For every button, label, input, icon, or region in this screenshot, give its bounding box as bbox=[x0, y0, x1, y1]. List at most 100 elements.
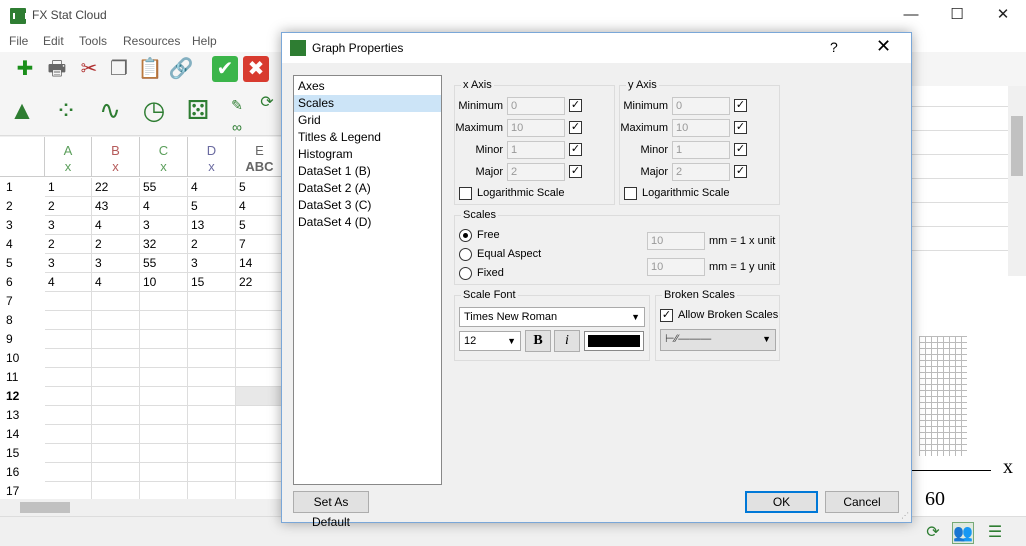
table-cell[interactable] bbox=[140, 311, 188, 330]
font-color-picker[interactable] bbox=[584, 331, 644, 351]
table-cell[interactable]: 5 bbox=[188, 197, 236, 216]
row-number[interactable]: 13 bbox=[0, 406, 44, 425]
x-major-auto-checkbox[interactable]: ✓ bbox=[569, 165, 582, 178]
table-cell[interactable] bbox=[188, 349, 236, 368]
scale-free-radio[interactable] bbox=[459, 229, 472, 242]
table-cell[interactable] bbox=[236, 463, 282, 482]
row-number[interactable]: 17 bbox=[0, 482, 44, 499]
table-cell[interactable] bbox=[236, 425, 282, 444]
copy-icon[interactable]: ❐ bbox=[106, 56, 132, 82]
refresh-icon[interactable]: ⟳ bbox=[254, 90, 280, 116]
resize-grip-icon[interactable]: ⋰ bbox=[901, 511, 909, 520]
table-cell[interactable] bbox=[92, 368, 140, 387]
break-style-select[interactable]: ⊢⁄⁄——— ▼ bbox=[660, 329, 776, 351]
row-number[interactable]: 15 bbox=[0, 444, 44, 463]
table-cell[interactable] bbox=[188, 425, 236, 444]
table-cell[interactable] bbox=[92, 387, 140, 406]
sheet-horizontal-scrollbar[interactable] bbox=[0, 499, 282, 516]
close-button[interactable]: ✕ bbox=[980, 0, 1026, 32]
menu-tools[interactable]: Tools bbox=[79, 34, 107, 48]
column-header-b[interactable]: B x bbox=[92, 137, 140, 177]
x-minimum-input[interactable]: 0 bbox=[507, 97, 565, 115]
table-cell[interactable]: 55 bbox=[140, 178, 188, 197]
set-as-default-button[interactable]: Set As Default bbox=[293, 491, 369, 529]
table-cell[interactable]: 3 bbox=[188, 254, 236, 273]
nav-item-titles-legend[interactable]: Titles & Legend bbox=[294, 129, 441, 146]
scrollbar-thumb[interactable] bbox=[1011, 116, 1023, 176]
table-cell[interactable] bbox=[92, 311, 140, 330]
add-icon[interactable]: ✚ bbox=[12, 56, 38, 82]
bold-button[interactable]: B bbox=[525, 330, 551, 352]
table-cell[interactable] bbox=[45, 387, 92, 406]
table-cell[interactable] bbox=[188, 292, 236, 311]
x-minor-auto-checkbox[interactable]: ✓ bbox=[569, 143, 582, 156]
nav-item-dataset-4[interactable]: DataSet 4 (D) bbox=[294, 214, 441, 231]
x-logarithmic-checkbox[interactable] bbox=[459, 187, 472, 200]
table-cell[interactable]: 14 bbox=[236, 254, 282, 273]
table-cell[interactable] bbox=[45, 406, 92, 425]
table-cell[interactable] bbox=[188, 387, 236, 406]
row-number[interactable]: 1 bbox=[0, 178, 44, 197]
y-maximum-auto-checkbox[interactable]: ✓ bbox=[734, 121, 747, 134]
y-minimum-auto-checkbox[interactable]: ✓ bbox=[734, 99, 747, 112]
table-cell[interactable] bbox=[236, 387, 282, 406]
table-cell[interactable] bbox=[140, 425, 188, 444]
menu-lines-icon[interactable]: ☰ bbox=[984, 522, 1006, 544]
y-mm-per-unit-input[interactable]: 10 bbox=[647, 258, 705, 276]
column-header-e[interactable]: E ABC bbox=[236, 137, 282, 177]
table-cell[interactable] bbox=[140, 330, 188, 349]
table-cell[interactable]: 4 bbox=[236, 197, 282, 216]
x-maximum-input[interactable]: 10 bbox=[507, 119, 565, 137]
panel-vertical-scrollbar[interactable] bbox=[1008, 86, 1026, 276]
table-cell[interactable] bbox=[92, 482, 140, 499]
x-minimum-auto-checkbox[interactable]: ✓ bbox=[569, 99, 582, 112]
table-cell[interactable] bbox=[236, 311, 282, 330]
row-number[interactable]: 9 bbox=[0, 330, 44, 349]
link-icon[interactable]: 🔗 bbox=[168, 56, 194, 82]
table-cell[interactable] bbox=[140, 482, 188, 499]
table-cell[interactable] bbox=[45, 425, 92, 444]
table-cell[interactable]: 2 bbox=[188, 235, 236, 254]
table-cell[interactable] bbox=[45, 330, 92, 349]
table-cell[interactable]: 2 bbox=[45, 197, 92, 216]
row-number[interactable]: 5 bbox=[0, 254, 44, 273]
table-cell[interactable]: 43 bbox=[92, 197, 140, 216]
y-maximum-input[interactable]: 10 bbox=[672, 119, 730, 137]
menu-edit[interactable]: Edit bbox=[43, 34, 64, 48]
table-cell[interactable]: 4 bbox=[45, 273, 92, 292]
table-cell[interactable] bbox=[45, 368, 92, 387]
menu-file[interactable]: File bbox=[9, 34, 28, 48]
minimize-button[interactable]: — bbox=[888, 0, 934, 32]
table-cell[interactable] bbox=[188, 482, 236, 499]
print-icon[interactable]: 🖶 bbox=[44, 56, 70, 82]
table-cell[interactable]: 2 bbox=[45, 235, 92, 254]
table-cell[interactable] bbox=[236, 349, 282, 368]
allow-broken-scales-checkbox[interactable]: ✓ bbox=[660, 309, 673, 322]
menu-resources[interactable]: Resources bbox=[123, 34, 180, 48]
table-cell[interactable] bbox=[188, 330, 236, 349]
font-family-select[interactable]: Times New Roman ▼ bbox=[459, 307, 645, 327]
cut-icon[interactable]: ✂ bbox=[76, 56, 102, 82]
table-cell[interactable] bbox=[236, 368, 282, 387]
x-maximum-auto-checkbox[interactable]: ✓ bbox=[569, 121, 582, 134]
table-cell[interactable]: 3 bbox=[45, 216, 92, 235]
dialog-close-button[interactable]: ✕ bbox=[876, 36, 891, 57]
row-number[interactable]: 7 bbox=[0, 292, 44, 311]
table-cell[interactable]: 4 bbox=[188, 178, 236, 197]
table-cell[interactable] bbox=[92, 425, 140, 444]
spreadsheet[interactable]: A x B x C x D x E ABC 1 1 22 55 4 5 2 2 43 4 5 4 3 3 4… bbox=[0, 137, 282, 499]
italic-button[interactable]: i bbox=[554, 330, 580, 352]
table-cell[interactable] bbox=[45, 463, 92, 482]
row-number[interactable]: 10 bbox=[0, 349, 44, 368]
scale-fixed-radio[interactable] bbox=[459, 267, 472, 280]
scatter-plot-icon[interactable]: ⁘ bbox=[48, 90, 84, 130]
ok-button[interactable]: OK bbox=[745, 491, 818, 513]
nav-item-dataset-1[interactable]: DataSet 1 (B) bbox=[294, 163, 441, 180]
table-cell[interactable] bbox=[92, 349, 140, 368]
table-cell[interactable] bbox=[45, 311, 92, 330]
table-cell[interactable] bbox=[92, 444, 140, 463]
row-number[interactable]: 4 bbox=[0, 235, 44, 254]
row-number[interactable]: 12 bbox=[0, 387, 44, 406]
y-major-auto-checkbox[interactable]: ✓ bbox=[734, 165, 747, 178]
maximize-button[interactable]: ☐ bbox=[934, 0, 980, 32]
